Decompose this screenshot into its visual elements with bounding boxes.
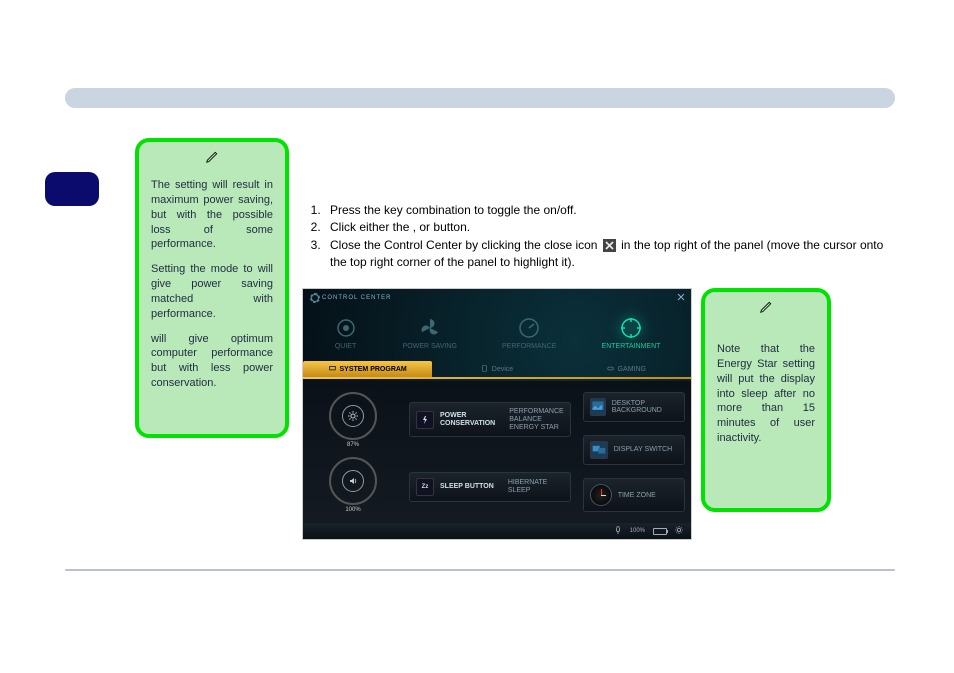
header-bar: [65, 88, 895, 108]
fan-icon: [418, 316, 442, 340]
callout-text: Setting the mode to will give power savi…: [151, 262, 273, 321]
gauge-icon: [517, 316, 541, 340]
brightness-dial[interactable]: 87%: [329, 392, 377, 448]
tab-gaming[interactable]: GAMING: [562, 361, 691, 377]
battery-pct: 100%: [630, 528, 645, 534]
instruction-list: Press the key combination to toggle the …: [302, 202, 892, 272]
callout-text: The setting will result in maximum power…: [151, 178, 273, 252]
pencil-icon: [759, 300, 773, 317]
cc-tab-row: SYSTEM PROGRAM Device GAMING: [303, 359, 691, 379]
cc-col-middle: POWER CONSERVATION PERFORMANCE BALANCE E…: [403, 381, 577, 523]
list-item: Close the Control Center by clicking the…: [324, 237, 892, 272]
card-time-zone[interactable]: TIME ZONE: [583, 478, 685, 512]
desktop-bg-icon: [590, 398, 606, 416]
close-icon: [603, 239, 616, 252]
gear-icon[interactable]: [675, 526, 683, 536]
cc-footer: 100%: [303, 523, 691, 539]
cc-body: 87% 100% POWER CONSERVATION PERFORMANCE: [303, 381, 691, 523]
close-icon[interactable]: [677, 293, 685, 303]
list-item: Press the key combination to toggle the …: [324, 202, 892, 219]
cc-col-right: DESKTOP BACKGROUND DISPLAY SWITCH TIME Z…: [577, 381, 691, 523]
side-tab: [45, 172, 99, 206]
logo-icon: [311, 294, 319, 302]
cc-dials: 87% 100%: [303, 381, 403, 523]
card-sleep-button[interactable]: Zz SLEEP BUTTON HIBERNATE SLEEP: [409, 472, 571, 502]
cc-mode-row: QUIET POWER SAVING PERFORMANCE ENTERTAIN…: [303, 307, 691, 359]
sleep-icon: Zz: [416, 478, 434, 496]
mode-quiet[interactable]: QUIET: [334, 316, 358, 350]
plug-icon: [614, 526, 622, 536]
dial-label: 100%: [345, 507, 360, 513]
quiet-icon: [334, 316, 358, 340]
callout-power-modes: The setting will result in maximum power…: [135, 138, 289, 438]
cc-title: CONTROL CENTER: [311, 294, 391, 302]
mode-power-saving[interactable]: POWER SAVING: [403, 316, 457, 350]
callout-energy-star: Note that the Energy Star setting will p…: [701, 288, 831, 512]
dial-label: 87%: [347, 442, 359, 448]
tab-system-program[interactable]: SYSTEM PROGRAM: [303, 361, 432, 377]
mode-entertainment[interactable]: ENTERTAINMENT: [602, 316, 661, 350]
battery-icon: [653, 528, 667, 535]
list-item: Click either the , or button.: [324, 219, 892, 236]
power-icon: [416, 411, 434, 429]
divider: [65, 569, 895, 571]
mode-performance[interactable]: PERFORMANCE: [502, 316, 556, 350]
volume-dial[interactable]: 100%: [329, 457, 377, 513]
card-power-conservation[interactable]: POWER CONSERVATION PERFORMANCE BALANCE E…: [409, 402, 571, 437]
pencil-icon: [205, 150, 219, 167]
clock-icon: [590, 484, 612, 506]
control-center-screenshot: CONTROL CENTER QUIET POWER SAVING PERFOR…: [302, 288, 692, 540]
crosshair-icon: [619, 316, 643, 340]
callout-text: will give optimum computer performance b…: [151, 332, 273, 391]
callout-text: Note that the Energy Star setting will p…: [717, 342, 815, 446]
card-desktop-background[interactable]: DESKTOP BACKGROUND: [583, 392, 685, 422]
card-display-switch[interactable]: DISPLAY SWITCH: [583, 435, 685, 465]
display-switch-icon: [590, 441, 608, 459]
tab-device[interactable]: Device: [432, 361, 561, 377]
